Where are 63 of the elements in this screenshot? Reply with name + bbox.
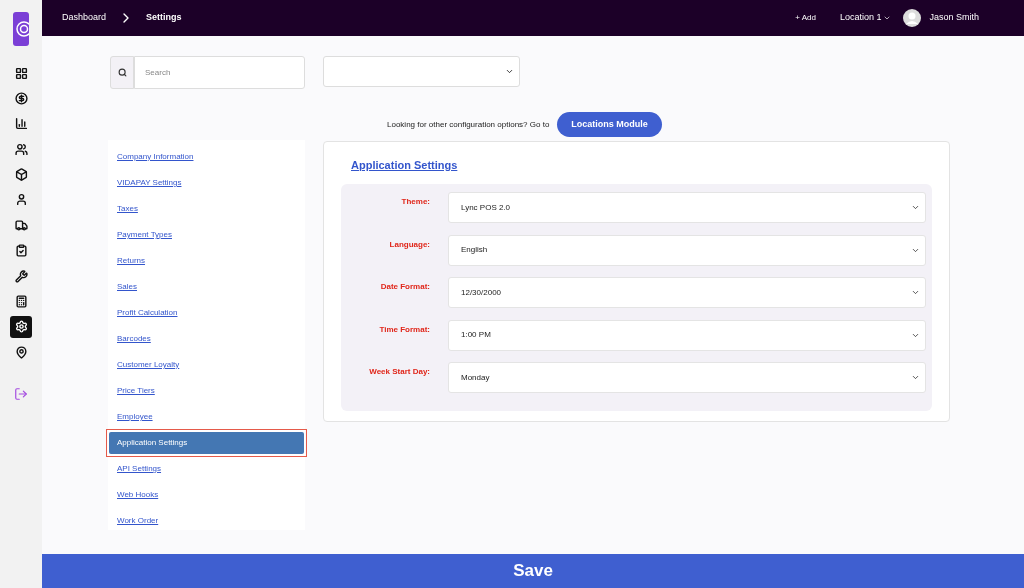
select-value: Lync POS 2.0 [461, 201, 512, 214]
menu-link[interactable]: Customer Loyalty [117, 359, 180, 371]
search-button[interactable] [110, 56, 134, 89]
menu-link[interactable]: Web Hooks [117, 489, 159, 501]
menu-link[interactable]: API Settings [117, 463, 162, 475]
field-label: Time Format: [378, 323, 430, 336]
menu-link[interactable]: Company Information [117, 151, 194, 163]
logout-icon[interactable] [14, 386, 28, 401]
select-field[interactable]: 1:00 PM [448, 319, 926, 351]
field-label: Date Format: [379, 281, 430, 293]
save-button[interactable]: Save [42, 554, 1024, 588]
menu-link[interactable]: Returns [117, 255, 145, 267]
menu-link[interactable]: Employee [117, 411, 153, 423]
menu-link[interactable]: Barcodes [117, 333, 151, 345]
select-field[interactable]: English [448, 234, 926, 266]
select-value: 12/30/2000 [461, 286, 503, 299]
locations-module-button[interactable]: Locations Module [557, 112, 662, 137]
truck-icon [14, 218, 28, 232]
chevron-down-icon [911, 203, 920, 212]
settings-icon [14, 320, 28, 334]
user-name[interactable]: Jason Smith [929, 11, 979, 25]
search-icon [117, 68, 127, 77]
search-field[interactable]: Search [134, 56, 305, 89]
select-value: English [461, 244, 489, 256]
calculator-icon [14, 295, 28, 308]
notice-text: Looking for other configuration options? Go to [387, 118, 550, 131]
menu-link[interactable]: Profit Calculation [117, 307, 178, 319]
dollar-icon [14, 91, 28, 105]
select-value: Monday [461, 371, 491, 384]
clipboard-icon [14, 244, 28, 258]
users-icon [14, 142, 28, 156]
menu-item[interactable]: Application Settings [109, 432, 304, 454]
menu-link[interactable]: Taxes [117, 203, 138, 215]
user-icon [14, 193, 28, 207]
menu-link[interactable]: Work Order [117, 515, 159, 527]
sidebar-button[interactable] [10, 315, 32, 338]
chevron-down-icon [883, 14, 892, 22]
wrench-icon [14, 269, 28, 283]
field-label: Language: [388, 238, 430, 251]
box-icon [14, 168, 28, 182]
logo-icon[interactable] [13, 12, 29, 46]
panel-title[interactable]: Application Settings [351, 159, 458, 171]
menu-link[interactable]: VIDAPAY Settings [117, 177, 182, 189]
chevron-down-icon [505, 67, 514, 76]
select-value: 1:00 PM [461, 329, 492, 341]
select-field[interactable]: 12/30/2000 [448, 277, 926, 308]
select-field[interactable]: Lync POS 2.0 [448, 192, 926, 223]
menu-link[interactable]: Payment Types [117, 229, 172, 241]
bar-chart-icon [14, 117, 28, 131]
grid-icon [14, 66, 28, 80]
select-field[interactable]: Monday [448, 362, 926, 393]
chevron-down-icon [911, 288, 920, 297]
breadcrumb-link[interactable]: Dashboard [62, 11, 107, 25]
avatar-icon[interactable] [903, 9, 922, 27]
menu-link[interactable]: Price Tiers [117, 385, 155, 397]
map-pin-icon [14, 345, 28, 359]
chevron-down-icon [911, 373, 920, 382]
add-link[interactable]: + Add [795, 12, 816, 24]
field-label: Week Start Day: [368, 366, 430, 378]
field-label: Theme: [400, 196, 430, 208]
breadcrumb-current: Settings [146, 11, 182, 25]
location-dropdown[interactable]: Location 1 [839, 11, 892, 25]
menu-link[interactable]: Sales [117, 281, 137, 293]
